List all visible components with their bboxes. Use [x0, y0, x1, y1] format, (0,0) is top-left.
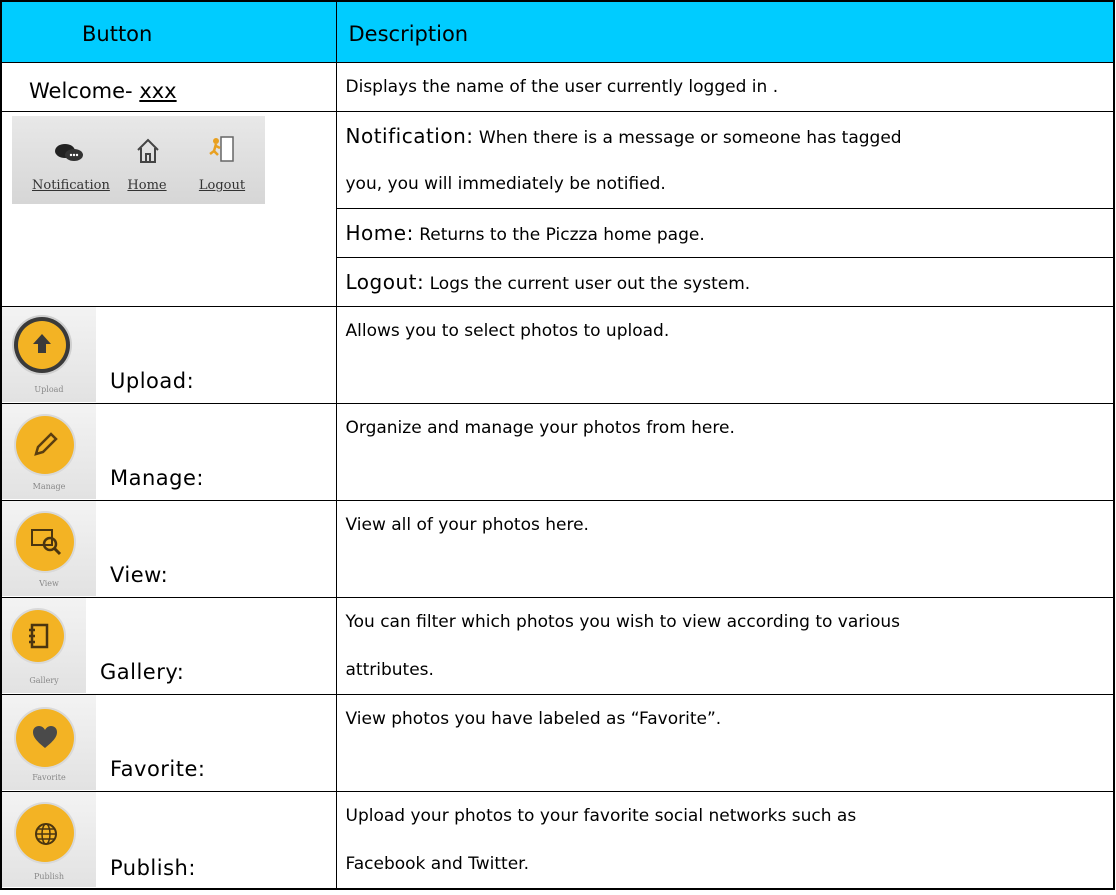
view-label: View: [110, 563, 169, 587]
gallery-description: You can filter which photos you wish to … [345, 612, 901, 680]
home-description: Home: Returns to the Piczza home page. [345, 221, 705, 245]
notification-description: Notification: When there is a message or… [345, 124, 902, 194]
gallery-label: Gallery: [100, 660, 185, 684]
table-row: Notification Home Logout Notification: W… [0, 111, 1115, 307]
favorite-label: Favorite: [110, 757, 206, 781]
header-button: Button [0, 0, 337, 63]
welcome-description: Displays the name of the user currently … [345, 77, 779, 97]
upload-arrow-icon [33, 334, 51, 353]
publish-button[interactable]: Publish [2, 792, 96, 887]
manage-button[interactable]: Manage [2, 404, 96, 499]
table-header-row: Button Description [0, 0, 1115, 63]
table-row: Welcome- xxx Displays the name of the us… [0, 62, 1115, 112]
globe-icon [35, 823, 57, 845]
header-description: Description [335, 0, 1115, 63]
username-link[interactable]: xxx [139, 79, 176, 103]
welcome-label: Welcome- xxx [29, 79, 177, 103]
publish-description: Upload your photos to your favorite soci… [345, 806, 857, 874]
album-icon [29, 623, 49, 649]
table-row: Gallery Gallery: You can filter which ph… [0, 597, 1115, 695]
table-row: Manage Manage: Organize and manage your … [0, 403, 1115, 501]
pencil-icon [34, 432, 58, 456]
manage-label: Manage: [110, 466, 204, 490]
door-exit-icon [209, 136, 234, 162]
manage-description: Organize and manage your photos from her… [345, 418, 735, 438]
heart-icon [33, 726, 57, 748]
logout-description: Logout: Logs the current user out the sy… [345, 270, 751, 294]
upload-button[interactable]: Upload [2, 307, 96, 402]
toolbar-screenshot: Notification Home Logout [12, 116, 265, 204]
table-row: Upload Upload: Allows you to select phot… [0, 306, 1115, 404]
table-row: Publish Publish: Upload your photos to y… [0, 791, 1115, 890]
photo-search-icon [31, 529, 62, 556]
house-icon [137, 138, 159, 163]
chat-bubbles-icon [55, 144, 83, 161]
view-description: View all of your photos here. [345, 515, 589, 535]
table-row: Favorite Favorite: View photos you have … [0, 694, 1115, 792]
gallery-button[interactable]: Gallery [2, 598, 86, 693]
publish-label: Publish: [110, 856, 196, 880]
upload-label: Upload: [110, 369, 195, 393]
view-button[interactable]: View [2, 501, 96, 596]
favorite-description: View photos you have labeled as “Favorit… [345, 709, 722, 729]
upload-description: Allows you to select photos to upload. [345, 321, 670, 341]
favorite-button[interactable]: Favorite [2, 695, 96, 790]
table-row: View View: View all of your photos here. [0, 500, 1115, 598]
button-description-table: Button Description Welcome- xxx Displays… [0, 0, 1115, 890]
